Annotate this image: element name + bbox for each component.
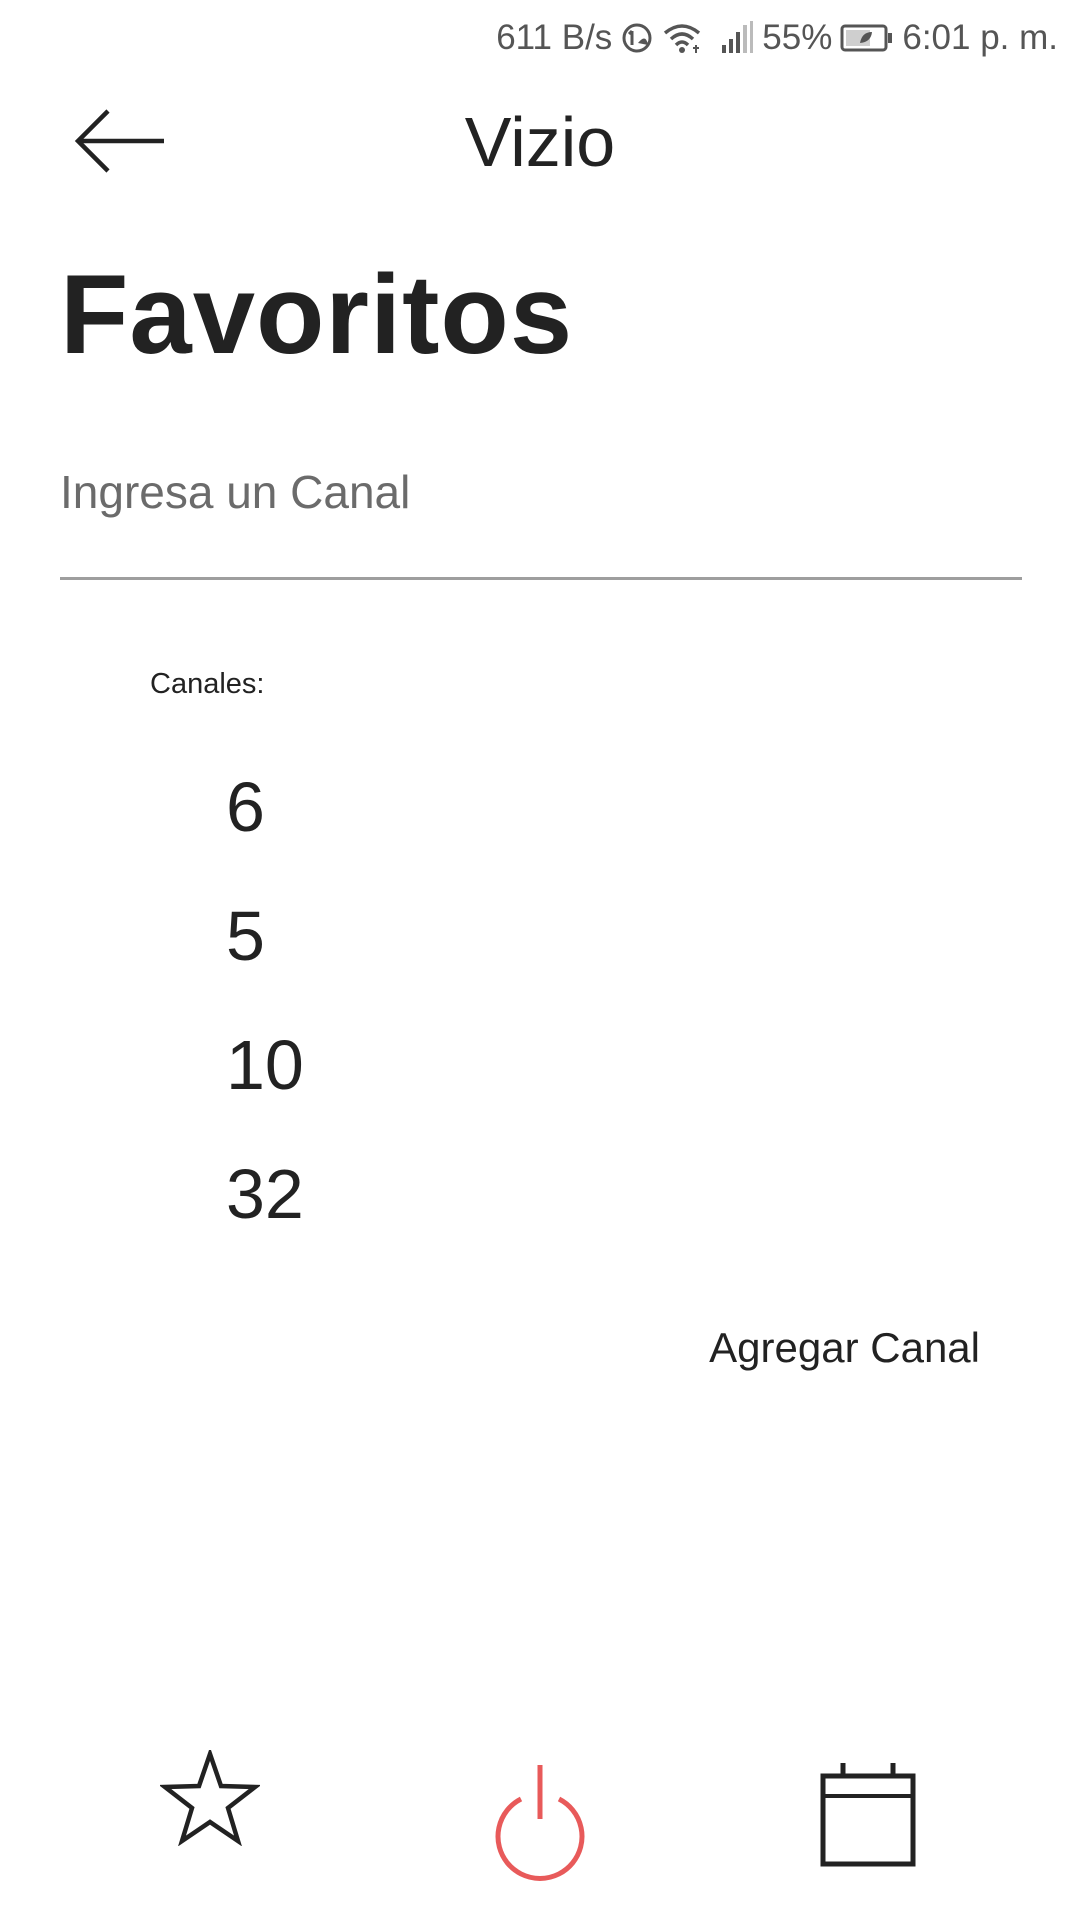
battery-percent: 55% [762,18,833,57]
power-icon [488,1759,592,1888]
nav-favorites-button[interactable] [150,1740,270,1860]
channels-label: Canales: [150,668,265,700]
channel-item[interactable]: 10 [226,1023,304,1152]
network-speed: 611 B/s [496,18,613,57]
data-saver-icon [620,21,654,55]
bottom-nav [0,1740,1080,1920]
status-bar: 611 B/s 55% 6:01 p. m. [0,0,1080,76]
wifi-icon [662,21,702,55]
star-icon [158,1746,262,1851]
screen: 611 B/s 55% 6:01 p. m. Vizio Favoritos I… [0,0,1080,1920]
signal-icon [720,21,754,55]
channels-list: 6 5 10 32 [226,765,304,1281]
app-title: Vizio [464,103,616,181]
calendar-icon [818,1758,918,1873]
channel-item[interactable]: 32 [226,1152,304,1281]
nav-calendar-button[interactable] [808,1740,928,1890]
channel-item[interactable]: 5 [226,894,304,1023]
channel-input-container [60,440,1022,580]
battery-icon [840,23,894,53]
channel-item[interactable]: 6 [226,765,304,894]
add-channel-button[interactable]: Agregar Canal [709,1314,980,1382]
nav-power-button[interactable] [480,1758,600,1888]
channel-input[interactable] [60,440,1022,577]
app-bar: Vizio [0,76,1080,208]
status-time: 6:01 p. m. [902,18,1058,57]
page-title: Favoritos [60,252,574,377]
